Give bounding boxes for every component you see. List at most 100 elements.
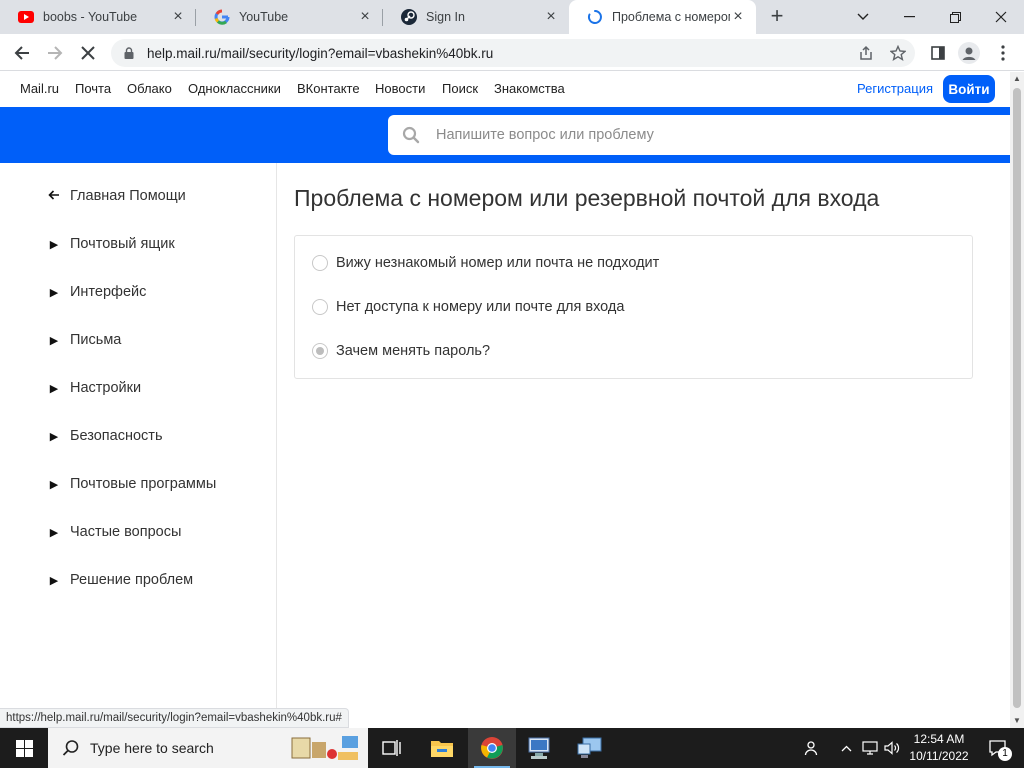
sidebar-item-troubleshooting[interactable]: ▶ Решение проблем bbox=[48, 572, 193, 588]
option-label: Зачем менять пароль? bbox=[336, 343, 491, 359]
sidebar-item-settings[interactable]: ▶ Настройки bbox=[48, 380, 141, 396]
new-tab-button[interactable]: + bbox=[766, 5, 788, 28]
search-icon bbox=[402, 126, 420, 144]
clock-date: 10/11/2022 bbox=[909, 749, 969, 763]
address-bar[interactable]: help.mail.ru/mail/security/login?email=v… bbox=[111, 39, 915, 67]
login-button[interactable]: Войти bbox=[943, 75, 995, 103]
close-tab-icon[interactable]: × bbox=[357, 9, 373, 25]
nav-link-oblako[interactable]: Облако bbox=[127, 81, 172, 96]
portal-nav: Mail.ru Почта Облако Одноклассники ВКонт… bbox=[0, 72, 1010, 107]
remote-desktop-icon[interactable] bbox=[516, 728, 564, 768]
radio-button[interactable] bbox=[312, 299, 328, 315]
youtube-icon bbox=[18, 9, 34, 25]
forward-arrow-icon[interactable] bbox=[42, 40, 68, 66]
action-center-icon[interactable]: 1 bbox=[980, 728, 1016, 768]
sidebar-item-security[interactable]: ▶ Безопасность bbox=[48, 428, 163, 444]
help-search-input[interactable]: Напишите вопрос или проблему bbox=[388, 115, 1010, 155]
caret-right-icon: ▶ bbox=[49, 238, 59, 251]
notification-count-badge: 1 bbox=[998, 747, 1012, 761]
sidebar-item-mail-programs[interactable]: ▶ Почтовые программы bbox=[48, 476, 216, 492]
page-title: Проблема с номером или резервной почтой … bbox=[294, 185, 880, 211]
close-tab-icon[interactable]: × bbox=[170, 9, 186, 25]
tab-title: YouTube bbox=[239, 10, 289, 24]
option-unknown-number[interactable]: Вижу незнакомый номер или почта не подхо… bbox=[312, 255, 659, 271]
network-icon[interactable] bbox=[860, 728, 880, 768]
nav-link-pochta[interactable]: Почта bbox=[75, 81, 111, 96]
volume-icon[interactable] bbox=[882, 728, 902, 768]
side-panel-icon[interactable] bbox=[925, 40, 951, 66]
sidebar-item-label: Интерфейс bbox=[70, 284, 147, 300]
taskbar-search-placeholder: Type here to search bbox=[90, 740, 214, 756]
option-no-access[interactable]: Нет доступа к номеру или почте для входа bbox=[312, 299, 624, 315]
sidebar-item-interface[interactable]: ▶ Интерфейс bbox=[48, 284, 147, 300]
task-view-icon[interactable] bbox=[368, 728, 416, 768]
taskbar-clock[interactable]: 12:54 AM 10/11/2022 bbox=[902, 731, 976, 765]
browser-tab-strip: boobs - YouTube × YouTube × Sign In × Пр… bbox=[0, 0, 1024, 34]
file-explorer-icon[interactable] bbox=[418, 728, 466, 768]
network-monitor-icon[interactable] bbox=[566, 728, 614, 768]
close-window-button[interactable] bbox=[978, 0, 1024, 34]
restore-button[interactable] bbox=[932, 0, 978, 34]
tab-youtube-boobs[interactable]: boobs - YouTube × bbox=[0, 0, 196, 34]
lock-icon bbox=[124, 47, 134, 59]
sidebar-item-home[interactable]: Главная Помощи bbox=[48, 188, 186, 204]
caret-right-icon: ▶ bbox=[49, 382, 59, 395]
sidebar-item-label: Безопасность bbox=[70, 428, 163, 444]
chrome-icon[interactable] bbox=[468, 728, 516, 768]
sidebar-item-label: Частые вопросы bbox=[70, 524, 182, 540]
nav-link-novosti[interactable]: Новости bbox=[375, 81, 425, 96]
option-why-change-password[interactable]: Зачем менять пароль? bbox=[312, 343, 490, 359]
menu-kebab-icon[interactable] bbox=[990, 40, 1016, 66]
register-link[interactable]: Регистрация bbox=[857, 81, 933, 96]
windows-start-icon[interactable] bbox=[0, 728, 48, 768]
sidebar-item-label: Главная Помощи bbox=[70, 188, 186, 204]
search-band: Напишите вопрос или проблему bbox=[0, 107, 1010, 163]
share-icon[interactable] bbox=[853, 40, 879, 66]
scroll-down-arrow-icon[interactable]: ▼ bbox=[1010, 714, 1024, 728]
scroll-up-arrow-icon[interactable]: ▲ bbox=[1010, 72, 1024, 86]
taskbar-search-box[interactable]: Type here to search bbox=[48, 728, 368, 768]
help-sidebar: Главная Помощи ▶ Почтовый ящик ▶ Интерфе… bbox=[0, 163, 277, 708]
tab-steam-sign-in[interactable]: Sign In × bbox=[383, 0, 569, 34]
back-arrow-icon[interactable] bbox=[9, 40, 35, 66]
search-icon bbox=[62, 740, 79, 756]
url-text: help.mail.ru/mail/security/login?email=v… bbox=[147, 45, 494, 61]
page-scrollbar[interactable]: ▲ ▼ bbox=[1010, 72, 1024, 728]
back-arrow-icon bbox=[48, 189, 60, 203]
windows-taskbar: Type here to search 12:54 AM 10/11/2022 … bbox=[0, 728, 1024, 768]
clock-time: 12:54 AM bbox=[913, 732, 965, 746]
profile-avatar-icon[interactable] bbox=[956, 40, 982, 66]
caret-right-icon: ▶ bbox=[49, 286, 59, 299]
people-icon[interactable] bbox=[800, 728, 824, 768]
tab-youtube[interactable]: YouTube × bbox=[196, 0, 383, 34]
close-tab-icon[interactable]: × bbox=[730, 9, 746, 25]
tab-search-chevron-icon[interactable] bbox=[840, 0, 886, 34]
radio-button-selected[interactable] bbox=[312, 343, 328, 359]
browser-toolbar: help.mail.ru/mail/security/login?email=v… bbox=[0, 34, 1024, 71]
close-tab-icon[interactable]: × bbox=[543, 9, 559, 25]
scrollbar-thumb[interactable] bbox=[1013, 88, 1021, 708]
radio-button[interactable] bbox=[312, 255, 328, 271]
minimize-button[interactable] bbox=[886, 0, 932, 34]
bookmark-star-icon[interactable] bbox=[885, 40, 911, 66]
sidebar-item-mailbox[interactable]: ▶ Почтовый ящик bbox=[48, 236, 175, 252]
caret-right-icon: ▶ bbox=[49, 526, 59, 539]
sidebar-item-faq[interactable]: ▶ Частые вопросы bbox=[48, 524, 182, 540]
nav-link-mailru[interactable]: Mail.ru bbox=[20, 81, 59, 96]
loading-spinner-icon bbox=[587, 9, 603, 25]
tab-mail-help[interactable]: Проблема с номером × bbox=[569, 0, 756, 34]
nav-link-vkontakte[interactable]: ВКонтакте bbox=[297, 81, 360, 96]
caret-right-icon: ▶ bbox=[49, 478, 59, 491]
sidebar-item-label: Письма bbox=[70, 332, 122, 348]
tab-title: Проблема с номером bbox=[612, 10, 730, 24]
nav-link-znakomstva[interactable]: Знакомства bbox=[494, 81, 565, 96]
nav-link-odnoklassniki[interactable]: Одноклассники bbox=[188, 81, 281, 96]
link-status-bubble: https://help.mail.ru/mail/security/login… bbox=[0, 708, 349, 728]
caret-right-icon: ▶ bbox=[49, 574, 59, 587]
nav-link-poisk[interactable]: Поиск bbox=[442, 81, 478, 96]
sidebar-item-label: Настройки bbox=[70, 380, 142, 396]
stop-loading-icon[interactable] bbox=[75, 40, 101, 66]
sidebar-item-label: Почтовый ящик bbox=[70, 236, 175, 252]
sidebar-item-letters[interactable]: ▶ Письма bbox=[48, 332, 122, 348]
tray-chevron-up-icon[interactable] bbox=[838, 728, 854, 768]
